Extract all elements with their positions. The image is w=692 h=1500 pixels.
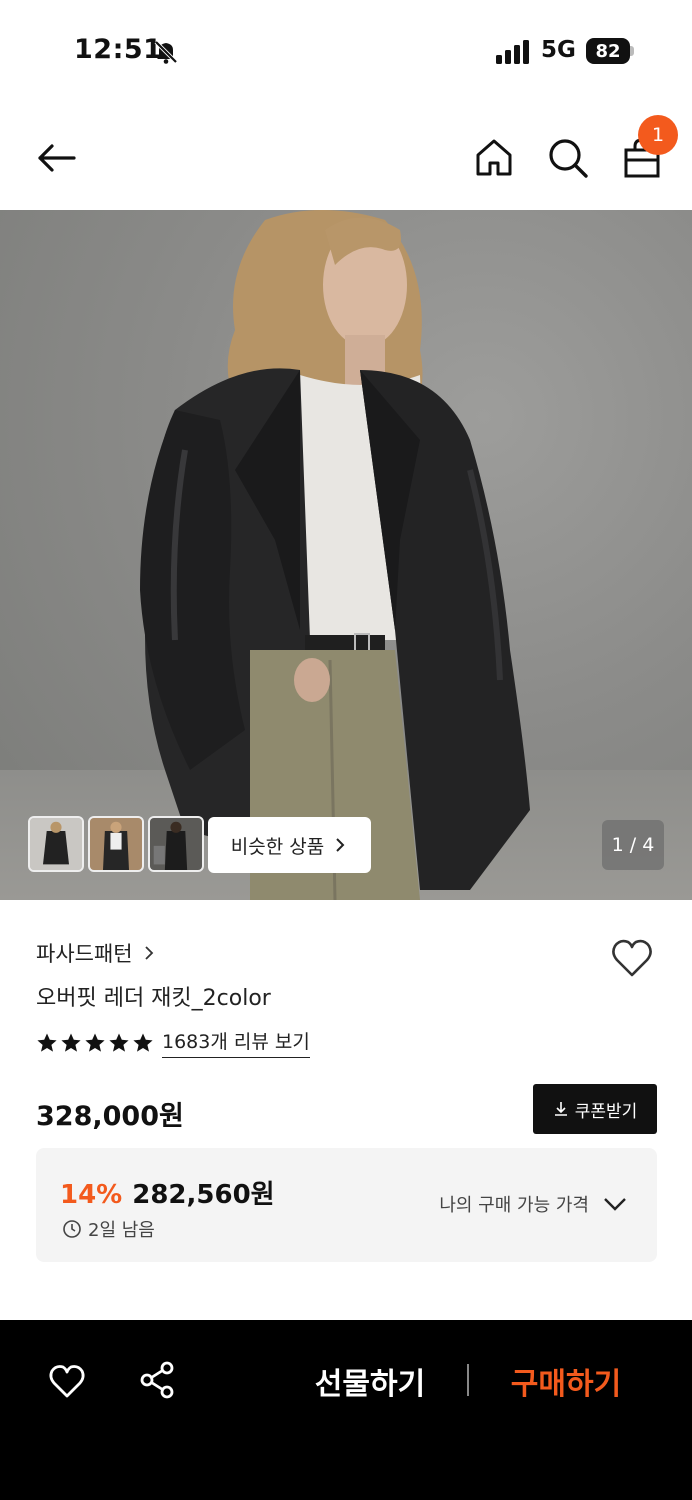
share-icon[interactable] [137,1360,177,1400]
status-bar: 12:51 5G 82 [0,0,692,100]
chevron-down-icon [604,1198,626,1211]
gift-button[interactable]: 선물하기 [300,1358,440,1404]
brand-name: 파사드패턴 [36,942,133,966]
my-price-label: 나의 구매 가능 가격 [439,1195,589,1216]
thumbnail-1[interactable] [28,816,84,872]
cart-count-badge: 1 [638,115,678,155]
heart-icon[interactable] [46,1360,88,1402]
cellular-signal-icon [496,40,529,64]
download-icon [554,1102,567,1116]
buy-button[interactable]: 구매하기 [496,1358,636,1404]
star-icon [109,1033,129,1052]
review-link[interactable]: 1683개 리뷰 보기 [162,1027,310,1058]
star-rating [36,1032,154,1054]
discount-box[interactable]: 14% 282,560원 2일 남음 나의 구매 가능 가격 [36,1148,657,1262]
discount-price: 282,560원 [132,1180,275,1210]
search-icon[interactable] [546,136,590,180]
timer-text: 2일 남음 [88,1220,155,1241]
divider [467,1364,469,1396]
model-photo [0,210,692,900]
home-icon[interactable] [472,136,516,180]
battery-icon: 82 [586,38,630,64]
battery-tip [630,46,634,56]
chevron-right-icon [144,946,153,960]
star-icon [133,1033,153,1052]
coupon-download-button[interactable]: 쿠폰받기 [533,1084,657,1134]
similar-products-label: 비슷한 상품 [230,835,325,858]
star-icon [37,1033,57,1052]
chevron-right-icon [336,838,345,852]
image-page-indicator: 1 / 4 [602,820,664,870]
network-label: 5G [541,37,576,63]
clock-icon [63,1220,81,1238]
discount-rate: 14% [60,1180,123,1210]
rating-row: 1683개 리뷰 보기 [36,1027,310,1058]
status-time: 12:51 [74,34,163,65]
thumbnail-2[interactable] [88,816,144,872]
back-arrow-icon[interactable] [34,136,78,180]
similar-products-button[interactable]: 비슷한 상품 [208,817,371,873]
product-title: 오버핏 레더 재킷_2color [36,986,271,1011]
coupon-label: 쿠폰받기 [574,1101,638,1122]
original-price: 328,000원 [36,1101,184,1132]
wishlist-heart-icon[interactable] [608,934,656,982]
bell-slash-icon [154,40,178,64]
bottom-action-bar [0,1320,692,1500]
brand-link[interactable]: 파사드패턴 [36,938,157,968]
thumbnail-3[interactable] [148,816,204,872]
star-icon [85,1033,105,1052]
product-main-image[interactable] [0,210,692,900]
star-icon [61,1033,81,1052]
my-price-toggle[interactable]: 나의 구매 가능 가격 [439,1190,629,1218]
discount-line: 14% 282,560원 [60,1174,275,1211]
battery-level: 82 [595,40,621,62]
timer-row: 2일 남음 [62,1216,155,1242]
